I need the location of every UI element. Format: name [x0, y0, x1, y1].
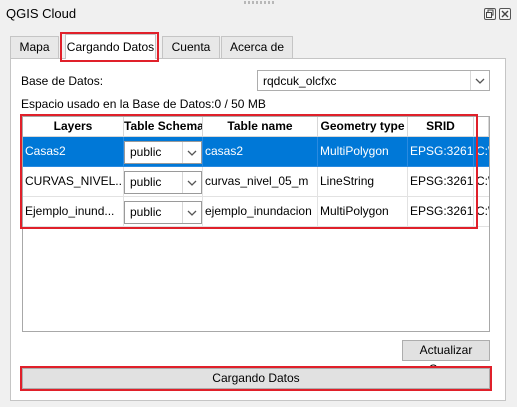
column-header-layers[interactable]: Layers: [23, 117, 124, 137]
layer-cell[interactable]: Casas2: [23, 137, 124, 167]
restore-icon[interactable]: [484, 8, 496, 20]
chevron-down-icon[interactable]: [182, 172, 201, 193]
table-name-cell[interactable]: ejemplo_inundacion: [203, 197, 318, 227]
column-header-schema[interactable]: Table Schema: [124, 117, 203, 137]
layers-table[interactable]: Layers Table Schema Table name Geometry …: [22, 116, 490, 332]
close-icon[interactable]: [499, 8, 511, 20]
tab-mapa[interactable]: Mapa: [10, 36, 59, 58]
column-header-geometry[interactable]: Geometry type: [318, 117, 408, 137]
tab-acerca-de[interactable]: Acerca de: [221, 36, 293, 58]
srid-cell[interactable]: EPSG:32614: [408, 137, 474, 167]
schema-select-value: public: [130, 145, 162, 159]
table-row[interactable]: Ejemplo_inund... public ejemplo_inundaci…: [23, 197, 489, 227]
chevron-down-icon[interactable]: [470, 71, 489, 90]
tab-cuenta[interactable]: Cuenta: [162, 36, 220, 58]
table-name-cell[interactable]: curvas_nivel_05_m: [203, 167, 318, 197]
column-header-table-name[interactable]: Table name: [203, 117, 318, 137]
drag-grip-icon[interactable]: [244, 1, 274, 4]
schema-select[interactable]: public: [124, 171, 202, 194]
table-row[interactable]: Casas2 public casas2 MultiPolygon EPSG:3…: [23, 137, 489, 167]
layer-cell[interactable]: Ejemplo_inund...: [23, 197, 124, 227]
extra-cell[interactable]: C:\: [474, 167, 489, 197]
table-row[interactable]: CURVAS_NIVEL... public curvas_nivel_05_m…: [23, 167, 489, 197]
extra-cell[interactable]: C:\: [474, 197, 489, 227]
schema-select-value: public: [130, 205, 162, 219]
geometry-cell[interactable]: LineString: [318, 167, 408, 197]
layer-cell[interactable]: CURVAS_NIVEL...: [23, 167, 124, 197]
extra-cell[interactable]: C:\: [474, 137, 489, 167]
refresh-layers-button[interactable]: Actualizar Capas: [402, 340, 490, 376]
geometry-cell[interactable]: MultiPolygon: [318, 197, 408, 227]
schema-select-value: public: [130, 175, 162, 189]
usage-text: Espacio usado en la Base de Datos:0 / 50…: [21, 97, 266, 111]
table-name-cell[interactable]: casas2: [203, 137, 318, 167]
srid-cell[interactable]: EPSG:32614: [408, 197, 474, 227]
upload-data-button[interactable]: Cargando Datos: [22, 368, 490, 389]
schema-select[interactable]: public: [124, 201, 202, 224]
window-title: QGIS Cloud: [6, 6, 77, 21]
srid-cell[interactable]: EPSG:32614: [408, 167, 474, 197]
title-bar: QGIS Cloud: [0, 0, 517, 28]
column-header-extra[interactable]: [474, 117, 489, 137]
chevron-down-icon[interactable]: [182, 142, 201, 163]
column-header-srid[interactable]: SRID: [408, 117, 474, 137]
geometry-cell[interactable]: MultiPolygon: [318, 137, 408, 167]
chevron-down-icon[interactable]: [182, 202, 201, 223]
database-select[interactable]: rqdcuk_olcfxc: [257, 70, 490, 91]
database-label: Base de Datos:: [21, 74, 104, 88]
schema-select[interactable]: public: [124, 141, 202, 164]
database-select-value: rqdcuk_olcfxc: [263, 74, 337, 88]
tab-cargando-datos[interactable]: Cargando Datos: [65, 34, 156, 59]
